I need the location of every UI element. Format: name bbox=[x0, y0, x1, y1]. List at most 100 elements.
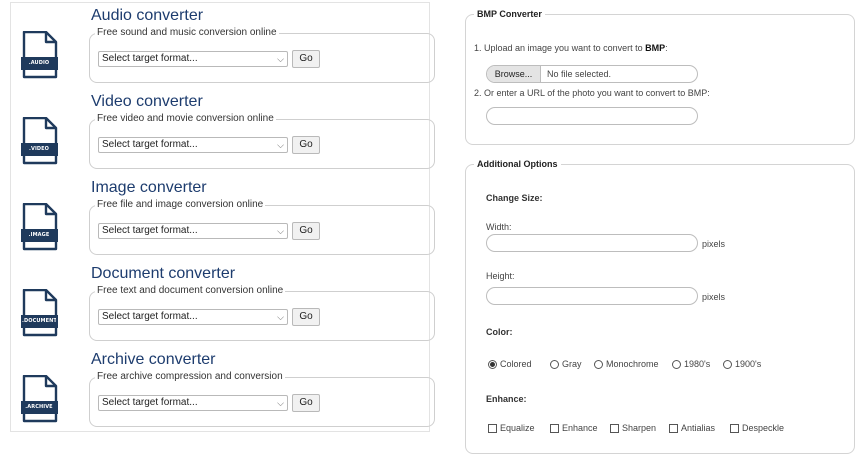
checkbox-icon[interactable] bbox=[730, 423, 739, 433]
archive-icon-label: .ARCHIVE bbox=[25, 404, 53, 410]
height-input[interactable] bbox=[486, 287, 698, 305]
additional-options-fieldset: Additional Options Change Size: Width: p… bbox=[465, 158, 855, 454]
height-unit: pixels bbox=[702, 292, 726, 302]
archive-format-select[interactable]: Select target format... ⌵ bbox=[98, 395, 288, 411]
image-icon-label: .IMAGE bbox=[28, 232, 50, 238]
radio-icon[interactable] bbox=[550, 359, 559, 369]
image-go-button[interactable]: Go bbox=[292, 222, 320, 240]
audio-converter-subtitle: Free sound and music conversion online bbox=[95, 27, 279, 39]
checkbox-icon[interactable] bbox=[488, 423, 497, 433]
video-format-select-value: Select target format... bbox=[102, 139, 198, 150]
image-format-select[interactable]: Select target format... ⌵ bbox=[98, 223, 288, 239]
checkbox-icon[interactable] bbox=[610, 423, 619, 433]
radio-icon[interactable] bbox=[723, 359, 732, 369]
file-status: No file selected. bbox=[547, 69, 612, 79]
video-converter-section: .VIDEO Video converter Free video and mo… bbox=[11, 89, 435, 175]
enhance-option-antialias[interactable]: Antialias bbox=[669, 423, 715, 433]
archive-converter-section: .ARCHIVE Archive converter Free archive … bbox=[11, 347, 435, 433]
video-go-button[interactable]: Go bbox=[292, 136, 320, 154]
audio-converter-section: .AUDIO Audio converter Free sound and mu… bbox=[11, 3, 435, 89]
video-icon-label: .VIDEO bbox=[28, 146, 50, 152]
audio-converter-box: Free sound and music conversion online S… bbox=[89, 27, 435, 83]
archive-converter-title[interactable]: Archive converter bbox=[91, 351, 216, 369]
enhance-option-equalize[interactable]: Equalize bbox=[488, 423, 535, 433]
bmp-converter-fieldset: BMP Converter 1. Upload an image you wan… bbox=[465, 8, 855, 145]
upload-instruction-end: : bbox=[665, 43, 668, 53]
audio-format-select-value: Select target format... bbox=[102, 53, 198, 64]
enhance-option-label: Antialias bbox=[681, 423, 716, 433]
enhance-option-despeckle[interactable]: Despeckle bbox=[730, 423, 784, 433]
color-option-gray[interactable]: Gray bbox=[550, 359, 582, 369]
document-converter-section: .DOCUMENT Document converter Free text a… bbox=[11, 261, 435, 347]
color-option-label: 1900's bbox=[735, 359, 762, 369]
image-converter-section: .IMAGE Image converter Free file and ima… bbox=[11, 175, 435, 261]
enhance-option-label: Sharpen bbox=[622, 423, 657, 433]
image-format-select-value: Select target format... bbox=[102, 225, 198, 236]
document-converter-title[interactable]: Document converter bbox=[91, 265, 235, 283]
enhance-option-label: Enhance bbox=[562, 423, 598, 433]
image-converter-subtitle: Free file and image conversion online bbox=[95, 199, 266, 211]
document-converter-box: Free text and document conversion online… bbox=[89, 285, 435, 341]
file-upload-input[interactable]: Browse... No file selected. bbox=[486, 65, 698, 83]
checkbox-icon[interactable] bbox=[550, 423, 559, 433]
archive-converter-box: Free archive compression and conversion … bbox=[89, 371, 435, 427]
chevron-down-icon: ⌵ bbox=[277, 312, 284, 322]
image-converter-title[interactable]: Image converter bbox=[91, 179, 207, 197]
upload-instruction-text: 1. Upload an image you want to convert t… bbox=[474, 43, 646, 53]
color-option-1980s[interactable]: 1980's bbox=[672, 359, 710, 369]
document-format-select-value: Select target format... bbox=[102, 311, 198, 322]
chevron-down-icon: ⌵ bbox=[277, 398, 284, 408]
radio-icon[interactable] bbox=[594, 359, 603, 369]
height-label: Height: bbox=[486, 271, 515, 281]
color-option-monochrome[interactable]: Monochrome bbox=[594, 359, 659, 369]
audio-converter-title[interactable]: Audio converter bbox=[91, 7, 203, 25]
radio-icon[interactable] bbox=[672, 359, 681, 369]
archive-converter-subtitle: Free archive compression and conversion bbox=[95, 371, 285, 383]
video-format-select[interactable]: Select target format... ⌵ bbox=[98, 137, 288, 153]
color-label: Color: bbox=[486, 327, 513, 337]
change-size-label: Change Size: bbox=[486, 193, 543, 203]
image-converter-box: Free file and image conversion online Se… bbox=[89, 199, 435, 255]
width-input[interactable] bbox=[486, 234, 698, 252]
enhance-option-label: Equalize bbox=[500, 423, 535, 433]
color-option-label: 1980's bbox=[684, 359, 711, 369]
radio-selected-icon[interactable] bbox=[488, 359, 497, 369]
url-input[interactable] bbox=[486, 107, 698, 125]
width-label: Width: bbox=[486, 222, 512, 232]
audio-icon-label: .AUDIO bbox=[28, 60, 50, 66]
checkbox-icon[interactable] bbox=[669, 423, 678, 433]
chevron-down-icon: ⌵ bbox=[277, 226, 284, 236]
document-icon-label: .DOCUMENT bbox=[22, 318, 56, 324]
enhance-label: Enhance: bbox=[486, 394, 527, 404]
video-converter-title[interactable]: Video converter bbox=[91, 93, 203, 111]
color-option-1900s[interactable]: 1900's bbox=[723, 359, 761, 369]
color-option-label: Monochrome bbox=[606, 359, 659, 369]
archive-file-icon: .ARCHIVE bbox=[21, 375, 61, 423]
enhance-option-sharpen[interactable]: Sharpen bbox=[610, 423, 656, 433]
chevron-down-icon: ⌵ bbox=[277, 140, 284, 150]
chevron-down-icon: ⌵ bbox=[277, 54, 284, 64]
color-option-colored[interactable]: Colored bbox=[488, 359, 532, 369]
url-instruction: 2. Or enter a URL of the photo you want … bbox=[474, 88, 710, 98]
width-unit: pixels bbox=[702, 239, 726, 249]
document-file-icon: .DOCUMENT bbox=[21, 289, 61, 337]
audio-file-icon: .AUDIO bbox=[21, 31, 61, 79]
color-option-label: Colored bbox=[500, 359, 532, 369]
browse-button[interactable]: Browse... bbox=[487, 66, 541, 82]
audio-go-button[interactable]: Go bbox=[292, 50, 320, 68]
audio-format-select[interactable]: Select target format... ⌵ bbox=[98, 51, 288, 67]
document-go-button[interactable]: Go bbox=[292, 308, 320, 326]
archive-go-button[interactable]: Go bbox=[292, 394, 320, 412]
archive-format-select-value: Select target format... bbox=[102, 397, 198, 408]
video-converter-box: Free video and movie conversion online S… bbox=[89, 113, 435, 169]
image-file-icon: .IMAGE bbox=[21, 203, 61, 251]
video-file-icon: .VIDEO bbox=[21, 117, 61, 165]
additional-options-legend: Additional Options bbox=[474, 158, 561, 171]
document-converter-subtitle: Free text and document conversion online bbox=[95, 285, 286, 297]
converter-list: .AUDIO Audio converter Free sound and mu… bbox=[10, 2, 435, 433]
upload-instruction: 1. Upload an image you want to convert t… bbox=[474, 43, 668, 54]
enhance-option-enhance[interactable]: Enhance bbox=[550, 423, 598, 433]
video-converter-subtitle: Free video and movie conversion online bbox=[95, 113, 276, 125]
upload-instruction-format: BMP bbox=[645, 43, 666, 53]
document-format-select[interactable]: Select target format... ⌵ bbox=[98, 309, 288, 325]
